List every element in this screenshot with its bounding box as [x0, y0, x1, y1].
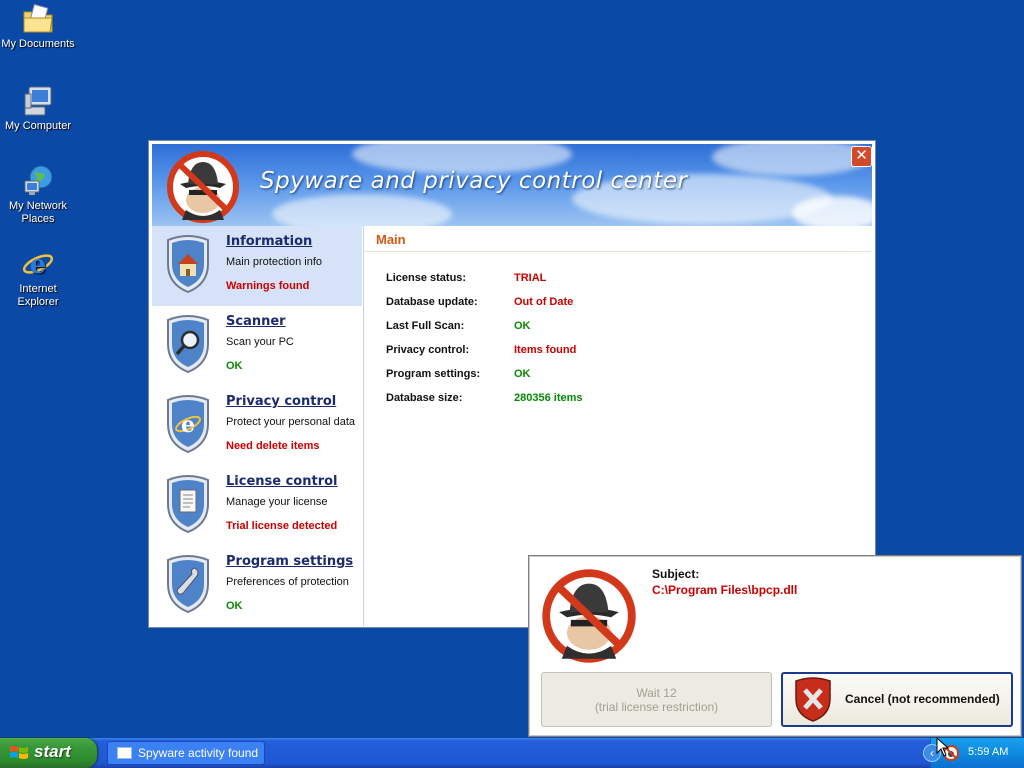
- status-row-last-full-scan: Last Full Scan: OK: [364, 316, 871, 340]
- sidebar-item-license-control[interactable]: License control Manage your license Tria…: [152, 466, 362, 546]
- sidebar-item-status: Trial license detected: [226, 520, 338, 532]
- sidebar-item-information[interactable]: Information Main protection info Warning…: [152, 226, 362, 306]
- internet-explorer-icon: e: [167, 395, 209, 454]
- desktop-icon-label: My Computer: [4, 120, 72, 132]
- desktop-icon-my-network-places[interactable]: My Network Places: [0, 164, 76, 226]
- desktop-icon-label: My Network Places: [8, 200, 68, 225]
- no-spy-logo-icon: [167, 151, 239, 223]
- desktop-icon-my-documents[interactable]: My Documents: [0, 2, 76, 51]
- popup-subject-label: Subject:: [652, 567, 700, 581]
- status-row-database-update: Database update: Out of Date: [364, 292, 871, 316]
- sidebar-item-title: Scanner: [226, 314, 286, 329]
- sidebar-item-title: Program settings: [226, 554, 354, 569]
- sidebar-item-privacy-control[interactable]: e Privacy control Protect your personal …: [152, 386, 362, 466]
- internet-explorer-icon: e: [22, 250, 54, 280]
- close-icon: ✕: [855, 147, 868, 164]
- window-body: Spyware and privacy control center ✕ Inf…: [152, 144, 872, 626]
- status-value: OK: [514, 368, 531, 380]
- taskbar-button-spyware-activity[interactable]: Spyware activity found: [107, 741, 265, 765]
- status-key: Last Full Scan:: [386, 320, 465, 332]
- status-key: License status:: [386, 272, 467, 284]
- status-value: Items found: [514, 344, 577, 356]
- desktop-icon-label: Internet Explorer: [17, 283, 59, 308]
- status-value: Out of Date: [514, 296, 574, 308]
- document-icon: [167, 475, 209, 534]
- window-icon: [117, 747, 132, 759]
- sidebar-item-status: OK: [226, 360, 243, 372]
- taskbar: start Spyware activity found ‹ 5:59 AM: [0, 738, 1024, 768]
- sidebar-item-title: Information: [226, 234, 313, 249]
- spyware-alert-popup[interactable]: Subject: C:\Program Files\bpcp.dll Wait …: [528, 555, 1022, 737]
- sidebar-item-status: OK: [226, 600, 243, 612]
- sidebar-item-scanner[interactable]: Scanner Scan your PC OK: [152, 306, 362, 386]
- window-banner: Spyware and privacy control center ✕: [152, 144, 872, 226]
- cancel-button-label: Cancel (not recommended): [845, 692, 1000, 706]
- svg-text:e: e: [181, 412, 195, 438]
- status-key: Privacy control:: [386, 344, 470, 356]
- computer-icon: [24, 86, 52, 116]
- popup-file-path: C:\Program Files\bpcp.dll: [652, 583, 798, 597]
- sidebar: Information Main protection info Warning…: [152, 226, 362, 626]
- svg-text:e: e: [30, 250, 47, 280]
- sidebar-item-subtitle: Scan your PC: [226, 336, 294, 348]
- sidebar-item-status: Warnings found: [226, 280, 310, 292]
- cancel-button[interactable]: Cancel (not recommended): [781, 672, 1013, 727]
- sidebar-item-subtitle: Manage your license: [226, 496, 328, 508]
- taskbar-button-label: Spyware activity found: [138, 746, 259, 760]
- sidebar-item-subtitle: Protect your personal data: [226, 416, 356, 428]
- status-row-program-settings: Program settings: OK: [364, 364, 871, 388]
- desktop-icon-my-computer[interactable]: My Computer: [0, 84, 76, 133]
- sidebar-item-program-settings[interactable]: Program settings Preferences of protecti…: [152, 546, 362, 626]
- status-key: Database size:: [386, 392, 463, 404]
- status-value: OK: [514, 320, 531, 332]
- magnifier-icon: [167, 315, 209, 374]
- mouse-cursor-icon: [936, 737, 950, 757]
- status-key: Database update:: [386, 296, 478, 308]
- status-key: Program settings:: [386, 368, 481, 380]
- start-button[interactable]: start: [0, 738, 97, 768]
- wait-button-label: Wait 12: [636, 686, 677, 700]
- desktop-icon-label: My Documents: [1, 38, 75, 50]
- no-spy-logo-icon: [542, 569, 636, 663]
- status-value: TRIAL: [514, 272, 547, 284]
- status-row-license: License status: TRIAL: [364, 268, 871, 292]
- wait-button-sublabel: (trial license restriction): [594, 700, 719, 714]
- close-button[interactable]: ✕: [851, 146, 872, 167]
- desktop-icon-internet-explorer[interactable]: e Internet Explorer: [0, 247, 76, 309]
- sidebar-item-status: Need delete items: [226, 440, 320, 452]
- sidebar-item-subtitle: Main protection info: [226, 256, 322, 268]
- panel-heading: Main: [364, 226, 871, 252]
- clock: 5:59 AM: [968, 746, 1009, 758]
- windows-flag-icon: [10, 746, 28, 759]
- wait-button[interactable]: Wait 12 (trial license restriction): [541, 672, 772, 727]
- start-label: start: [34, 742, 71, 761]
- sidebar-item-title: Privacy control: [226, 394, 337, 409]
- house-icon: [167, 235, 209, 294]
- status-row-privacy-control: Privacy control: Items found: [364, 340, 871, 364]
- folder-documents-icon: [23, 3, 53, 33]
- wrench-icon: [167, 555, 209, 614]
- status-value: 280356 items: [514, 392, 583, 404]
- sidebar-item-subtitle: Preferences of protection: [226, 576, 349, 588]
- network-places-icon: [24, 165, 53, 195]
- window-title: Spyware and privacy control center: [260, 168, 688, 194]
- sidebar-item-title: License control: [226, 474, 338, 489]
- shield-x-icon: [795, 677, 831, 722]
- status-row-database-size: Database size: 280356 items: [364, 388, 871, 412]
